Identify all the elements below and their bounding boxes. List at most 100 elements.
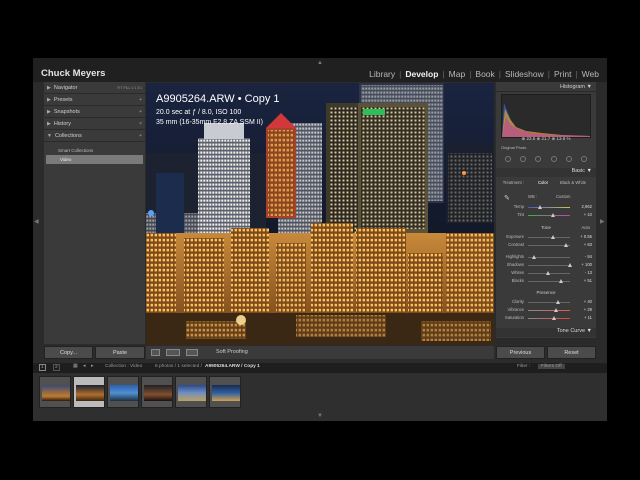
forward-arrow-icon[interactable]: ▸ (91, 364, 93, 369)
temp-value[interactable]: 2,962 (582, 204, 592, 209)
contrast-value[interactable]: + 83 (584, 242, 592, 247)
grid-view-icon[interactable]: ▦ (73, 364, 78, 369)
paste-settings-button[interactable]: Paste (95, 346, 145, 359)
filmstrip-page-1[interactable]: 1 (39, 364, 46, 371)
previous-settings-button[interactable]: Previous (496, 346, 545, 359)
snapshots-header[interactable]: ▶ Snapshots + (44, 106, 145, 118)
whites-value[interactable]: - 13 (585, 270, 592, 275)
module-slideshow[interactable]: Slideshow (501, 69, 548, 79)
blacks-slider[interactable]: Blacks + 51 (498, 278, 594, 285)
tint-value[interactable]: + 10 (584, 212, 592, 217)
filmstrip-page-2[interactable]: 2 (53, 364, 60, 371)
module-book[interactable]: Book (471, 69, 498, 79)
contrast-label: Contrast (508, 242, 524, 247)
red-eye-icon[interactable] (535, 156, 542, 162)
highlights-value[interactable]: - 84 (585, 254, 592, 259)
graduated-filter-icon[interactable] (550, 156, 557, 162)
filmstrip-toggle-icon[interactable]: ▼ (317, 413, 323, 419)
soft-proofing-checkbox[interactable]: Soft Proofing (216, 349, 248, 355)
history-label: History (53, 120, 71, 127)
before-after-icon[interactable] (166, 349, 180, 356)
original-photo-checkbox[interactable]: Original Photo (501, 145, 526, 150)
photo-exposure-overlay: 20.0 sec at ƒ / 8.0, ISO 100 (156, 109, 242, 116)
shadows-value[interactable]: + 100 (581, 262, 592, 267)
add-snapshot-icon[interactable]: + (139, 109, 142, 115)
histogram-curves (502, 103, 590, 137)
collections-label: Collections (54, 132, 82, 139)
filmstrip-thumbnail[interactable] (39, 376, 71, 408)
navigator-header[interactable]: ▶ Navigator FIT FILL 1:1 3:1 (44, 82, 145, 94)
eyedropper-icon[interactable]: ✎ (504, 194, 510, 202)
auto-tone-button[interactable]: Auto (581, 225, 590, 230)
photo-lens-overlay: 35 mm (16-35mm F2.8 ZA SSM II) (156, 119, 263, 126)
module-web[interactable]: Web (578, 69, 603, 79)
right-panel-toggle-icon[interactable]: ▶ (600, 218, 605, 225)
module-print[interactable]: Print (550, 69, 575, 79)
exposure-slider[interactable]: Exposure + 0.55 (498, 234, 594, 241)
basic-panel-header[interactable]: Basic ▼ (496, 168, 596, 177)
whites-label: Whites (511, 270, 524, 275)
blacks-value[interactable]: + 51 (584, 278, 592, 283)
treatment-color-option[interactable]: Color (538, 180, 548, 185)
left-panel: ▶ Navigator FIT FILL 1:1 3:1 ▶ Presets + ▶ Sn… (44, 82, 145, 344)
histogram-header[interactable]: Histogram ▼ (496, 82, 596, 92)
contrast-slider[interactable]: Contrast + 83 (498, 242, 594, 249)
tint-slider[interactable]: Tint + 10 (498, 212, 594, 219)
smart-collections-item[interactable]: Smart Collections (44, 146, 145, 155)
filter-dropdown[interactable]: Filters Off (538, 364, 565, 369)
presets-header[interactable]: ▶ Presets + (44, 94, 145, 106)
histogram-rgb-readout: ⊕ 23.8 ⊕ 21.7 ⊕ 13.8 % (521, 136, 571, 141)
vibrance-value[interactable]: + 29 (584, 307, 592, 312)
saturation-slider[interactable]: Saturation + 11 (498, 315, 594, 322)
copy-settings-button[interactable]: Copy... (44, 346, 93, 359)
exposure-label: Exposure (506, 234, 524, 239)
module-library[interactable]: Library (365, 69, 399, 79)
clear-history-icon[interactable]: × (139, 121, 142, 127)
whites-slider[interactable]: Whites - 13 (498, 270, 594, 277)
crop-tool-icon[interactable] (504, 156, 511, 162)
radial-filter-icon[interactable] (565, 156, 572, 162)
filmstrip-thumbnail[interactable] (209, 376, 241, 408)
before-after-split-icon[interactable] (186, 349, 198, 356)
reset-button[interactable]: Reset (547, 346, 596, 359)
photo-preview[interactable]: A9905264.ARW • Copy 1 20.0 sec at ƒ / 8.… (146, 83, 494, 345)
video-collection-item[interactable]: Video (46, 155, 143, 164)
highlights-slider[interactable]: Highlights - 84 (498, 254, 594, 261)
loupe-view-icon[interactable] (151, 349, 160, 356)
tone-curve-header[interactable]: Tone Curve ▼ (496, 328, 596, 337)
navigator-zoom-options[interactable]: FIT FILL 1:1 3:1 (117, 86, 142, 90)
add-collection-icon[interactable]: + (139, 133, 142, 139)
exposure-value[interactable]: + 0.55 (580, 234, 592, 239)
spot-removal-icon[interactable] (519, 156, 526, 162)
filmstrip-thumbnail-selected[interactable] (73, 376, 105, 408)
right-panel: Histogram ▼ ⊕ 23.8 ⊕ 21.7 ⊕ 13.8 % Origi… (496, 82, 596, 344)
back-arrow-icon[interactable]: ◂ (83, 364, 85, 369)
histogram-label: Histogram (559, 84, 586, 90)
filmstrip-thumbnail[interactable] (141, 376, 173, 408)
clarity-label: Clarity (512, 299, 524, 304)
treatment-bw-option[interactable]: Black & White (560, 180, 586, 185)
collections-header[interactable]: ▼ Collections + (44, 130, 145, 142)
vibrance-slider[interactable]: Vibrance + 29 (498, 307, 594, 314)
filmstrip-thumbnail[interactable] (175, 376, 207, 408)
add-preset-icon[interactable]: + (139, 97, 142, 103)
saturation-value[interactable]: + 11 (584, 315, 592, 320)
clarity-slider[interactable]: Clarity + 40 (498, 299, 594, 306)
filmstrip-thumbnail[interactable] (107, 376, 139, 408)
histogram-graph[interactable] (501, 94, 591, 138)
left-panel-toggle-icon[interactable]: ◀ (34, 218, 39, 225)
adjustment-brush-icon[interactable] (581, 156, 588, 162)
top-panel-toggle-icon[interactable]: ▲ (317, 60, 323, 66)
expand-triangle-icon: ▶ (47, 84, 51, 91)
shadows-slider[interactable]: Shadows + 100 (498, 262, 594, 269)
tone-row: Tone Auto (498, 225, 594, 232)
filmstrip-source[interactable]: Collection : Video (105, 364, 142, 369)
expand-triangle-icon: ▶ (47, 120, 51, 127)
wb-preset-dropdown[interactable]: Custom (556, 194, 570, 199)
module-map[interactable]: Map (445, 69, 470, 79)
tool-strip (500, 154, 592, 164)
history-header[interactable]: ▶ History × (44, 118, 145, 130)
temp-slider[interactable]: Temp 2,962 (498, 204, 594, 211)
clarity-value[interactable]: + 40 (584, 299, 592, 304)
module-develop[interactable]: Develop (401, 69, 442, 79)
